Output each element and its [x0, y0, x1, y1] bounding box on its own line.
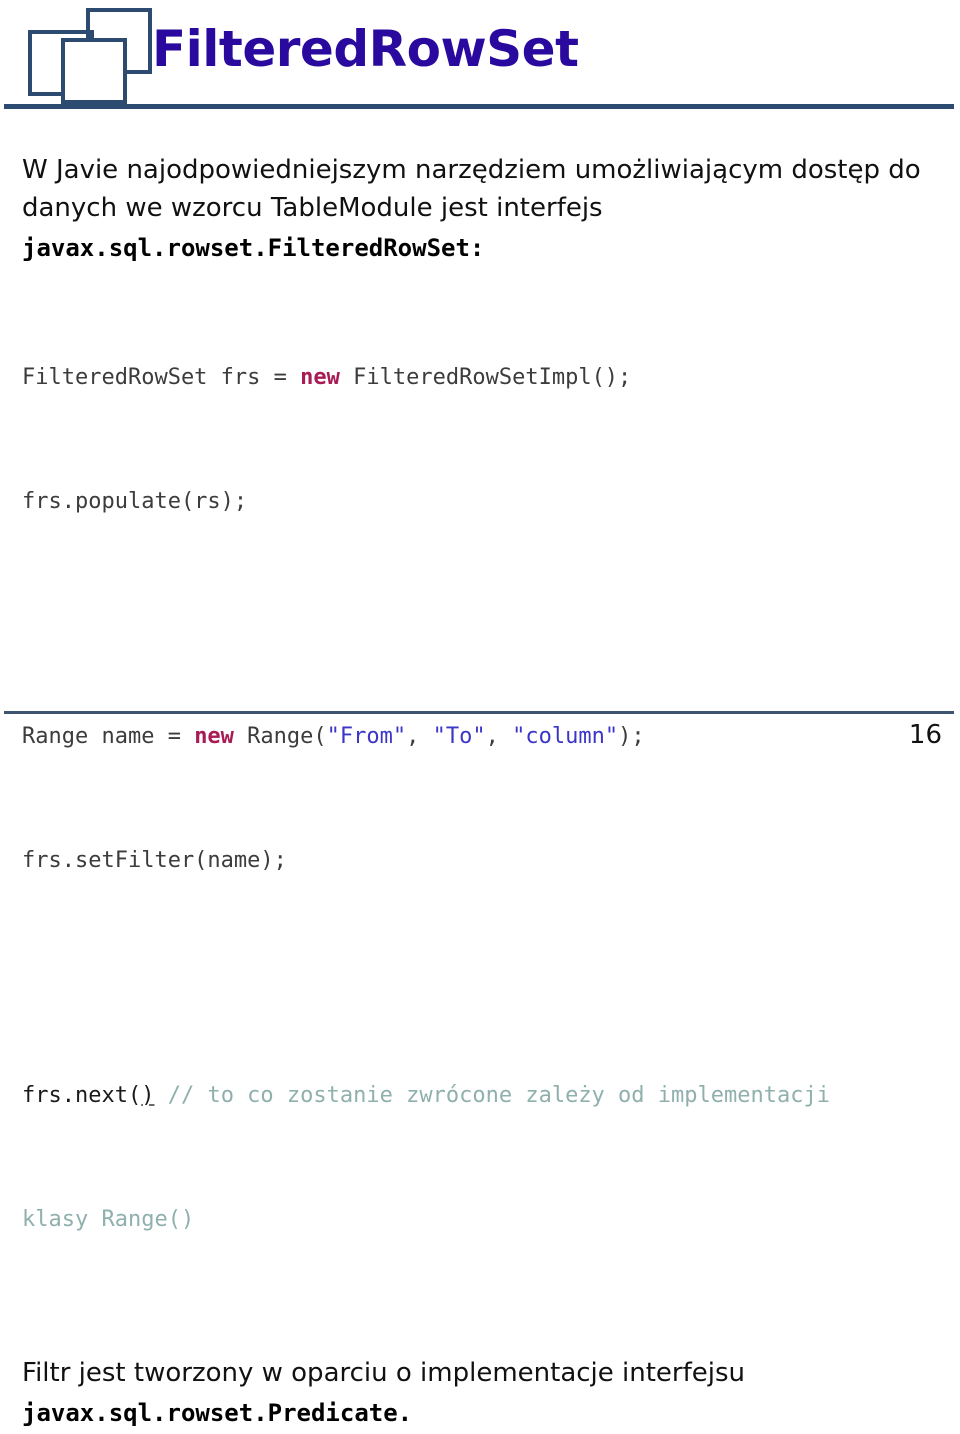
code-line-3: Range name = new Range("From", "To", "co… — [22, 721, 946, 752]
code-text-underlined: ) — [141, 1083, 155, 1108]
code-text: Range name = — [22, 724, 195, 749]
slide-body: W Javie najodpowiedniejszym narzędziem u… — [0, 113, 960, 1434]
code-text: frs.next( — [22, 1083, 142, 1108]
code-text: , — [485, 724, 513, 749]
code-comment: klasy Range() — [22, 1207, 195, 1232]
intro-interface-name: javax.sql.rowset.FilteredRowSet: — [22, 234, 485, 262]
code-text: Range( — [233, 724, 327, 749]
page-title: FilteredRowSet — [152, 20, 579, 78]
intro-paragraph: W Javie najodpowiedniejszym narzędziem u… — [22, 155, 921, 223]
code-string-column: "column" — [512, 724, 619, 749]
code-text: frs.populate(rs); — [22, 489, 248, 514]
code-line-1: FilteredRowSet frs = new FilteredRowSetI… — [22, 362, 946, 393]
slide-header: FilteredRowSet — [0, 0, 960, 113]
code-text: FilteredRowSetImpl(); — [339, 365, 632, 390]
code-comment: // to co zostanie zwrócone zależy od imp… — [154, 1083, 830, 1108]
code-text: frs.setFilter(name); — [22, 848, 287, 873]
overlapping-squares-logo-icon — [22, 8, 152, 104]
code-line-6: klasy Range() — [22, 1204, 946, 1235]
logo-square-bottom-center — [61, 38, 127, 104]
code-text: , — [406, 724, 433, 749]
code-line-4: frs.setFilter(name); — [22, 845, 946, 876]
code-line-5: frs.next() // to co zostanie zwrócone za… — [22, 1080, 946, 1111]
code-keyword-new: new — [194, 724, 234, 749]
header-divider — [4, 104, 954, 109]
code-text: ); — [618, 724, 645, 749]
outro-paragraph: Filtr jest tworzony w oparciu o implemen… — [22, 1358, 746, 1388]
footer-divider — [4, 711, 954, 714]
code-text: FilteredRowSet frs = — [22, 365, 301, 390]
code-block: FilteredRowSet frs = new FilteredRowSetI… — [0, 269, 960, 1328]
outro-interface-name: javax.sql.rowset.Predicate. — [22, 1399, 413, 1427]
page-number: 16 — [908, 720, 942, 750]
code-string-from: "From" — [326, 724, 407, 749]
code-keyword-new: new — [300, 365, 340, 390]
code-string-to: "To" — [432, 724, 486, 749]
code-line-2: frs.populate(rs); — [22, 486, 946, 517]
